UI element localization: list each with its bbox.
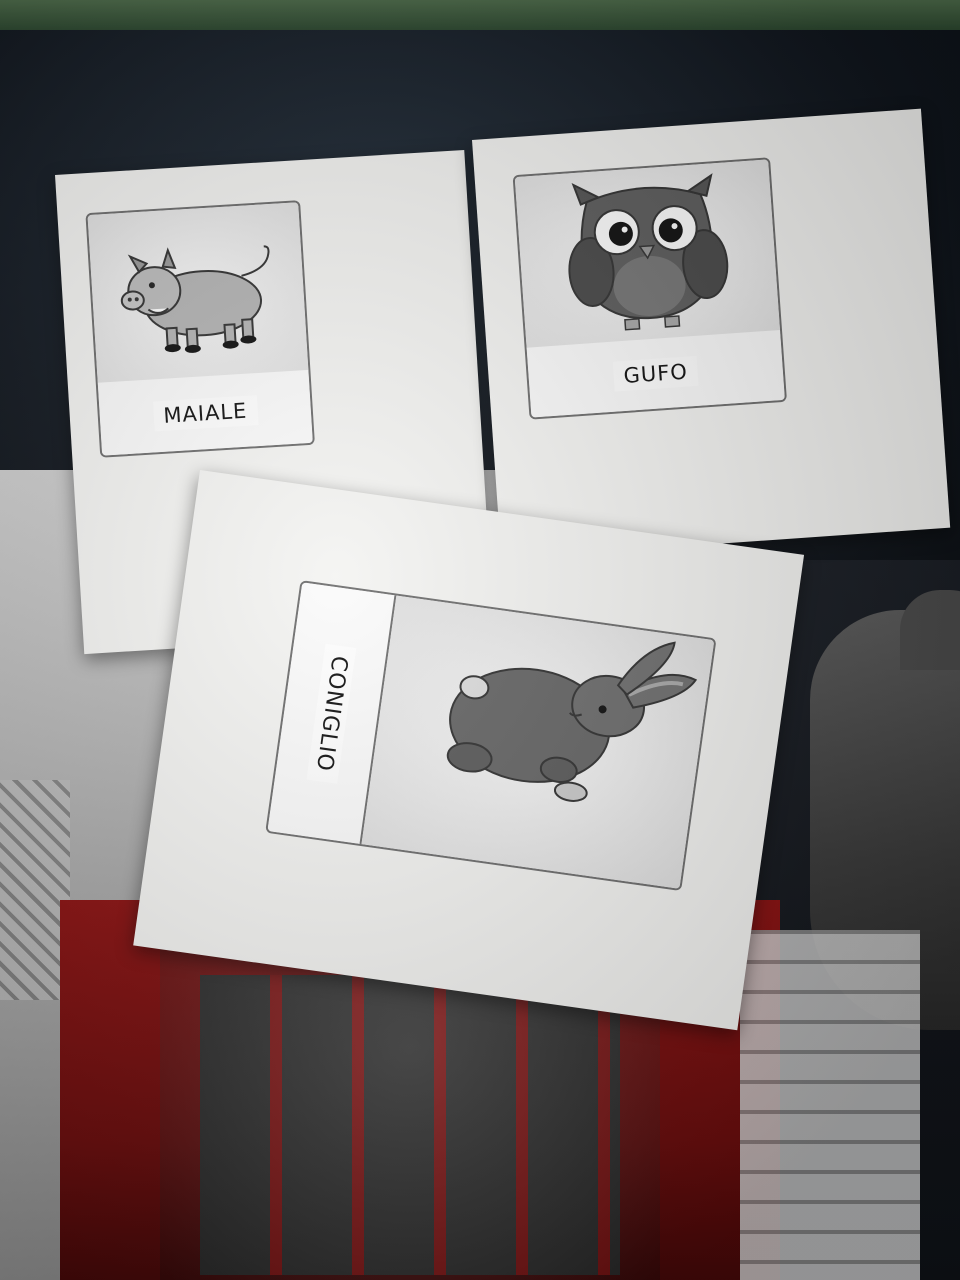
- label-area: MAIALE: [97, 369, 313, 456]
- picture-area: [87, 202, 309, 387]
- photo-scene: MAIALE GUFO CONIGLIO: [0, 0, 960, 1280]
- owl-illustration: [568, 173, 729, 331]
- shirt-print-building-right: [740, 930, 920, 1280]
- picture-area: [514, 159, 781, 352]
- flashcard-coniglio[interactable]: CONIGLIO: [133, 470, 805, 1031]
- word-label: GUFO: [612, 355, 699, 392]
- pig-illustration: [120, 245, 270, 353]
- picture-area: [361, 595, 715, 889]
- flashcard-gufo[interactable]: GUFO: [472, 108, 951, 559]
- card-frame: GUFO: [512, 157, 788, 420]
- card-frame: MAIALE: [85, 200, 315, 458]
- word-label: MAIALE: [152, 394, 259, 431]
- card-frame: CONIGLIO: [265, 580, 717, 892]
- rabbit-illustration: [446, 641, 698, 802]
- word-label: CONIGLIO: [306, 643, 356, 783]
